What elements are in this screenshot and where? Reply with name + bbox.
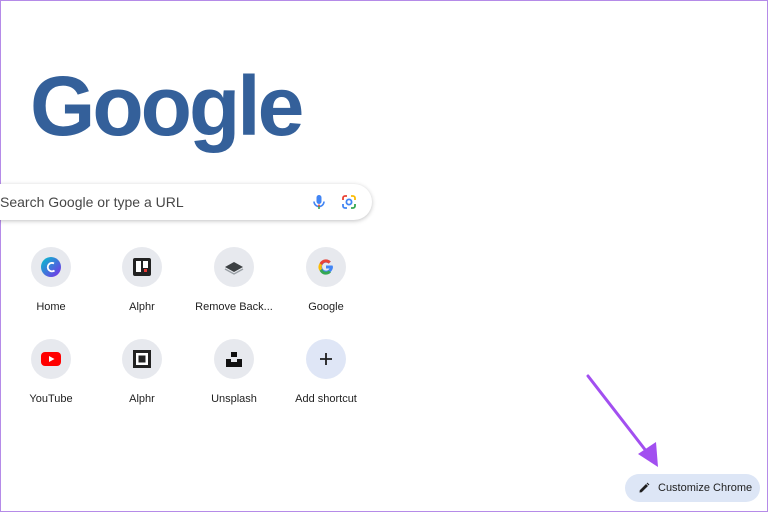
shortcut-label: Home xyxy=(36,301,66,313)
shortcut-label: Unsplash xyxy=(211,393,257,405)
shortcut-remove-background[interactable]: Remove Back... xyxy=(188,247,280,331)
shortcut-label: Remove Back... xyxy=(195,301,273,313)
shortcut-home[interactable]: Home xyxy=(5,247,97,331)
youtube-icon xyxy=(31,339,71,379)
search-input[interactable] xyxy=(0,186,292,218)
google-logo: Google xyxy=(30,59,304,153)
shortcut-unsplash[interactable]: Unsplash xyxy=(188,339,280,423)
canva-icon xyxy=(31,247,71,287)
annotation-arrow-icon xyxy=(586,374,658,467)
plus-icon xyxy=(306,339,346,379)
shortcut-label: Google xyxy=(308,301,344,313)
shortcut-label: YouTube xyxy=(29,393,73,405)
customize-chrome-button[interactable]: Customize Chrome xyxy=(625,474,760,502)
square-logo-icon xyxy=(122,339,162,379)
google-lens-icon[interactable] xyxy=(340,193,358,211)
shortcut-alphr[interactable]: Alphr xyxy=(96,247,188,331)
layers-icon xyxy=(214,247,254,287)
google-g-icon xyxy=(306,247,346,287)
search-box[interactable] xyxy=(0,184,372,220)
shortcut-label: Alphr xyxy=(129,393,155,405)
add-shortcut-button[interactable]: Add shortcut xyxy=(280,339,372,423)
shortcut-label: Add shortcut xyxy=(295,393,357,405)
unsplash-icon xyxy=(214,339,254,379)
trello-icon xyxy=(122,247,162,287)
shortcut-youtube[interactable]: YouTube xyxy=(5,339,97,423)
shortcut-label: Alphr xyxy=(129,301,155,313)
shortcut-google[interactable]: Google xyxy=(280,247,372,331)
customize-chrome-label: Customize Chrome xyxy=(658,482,753,494)
microphone-icon[interactable] xyxy=(310,193,328,211)
shortcut-alphr-2[interactable]: Alphr xyxy=(96,339,188,423)
pencil-icon xyxy=(638,482,650,494)
